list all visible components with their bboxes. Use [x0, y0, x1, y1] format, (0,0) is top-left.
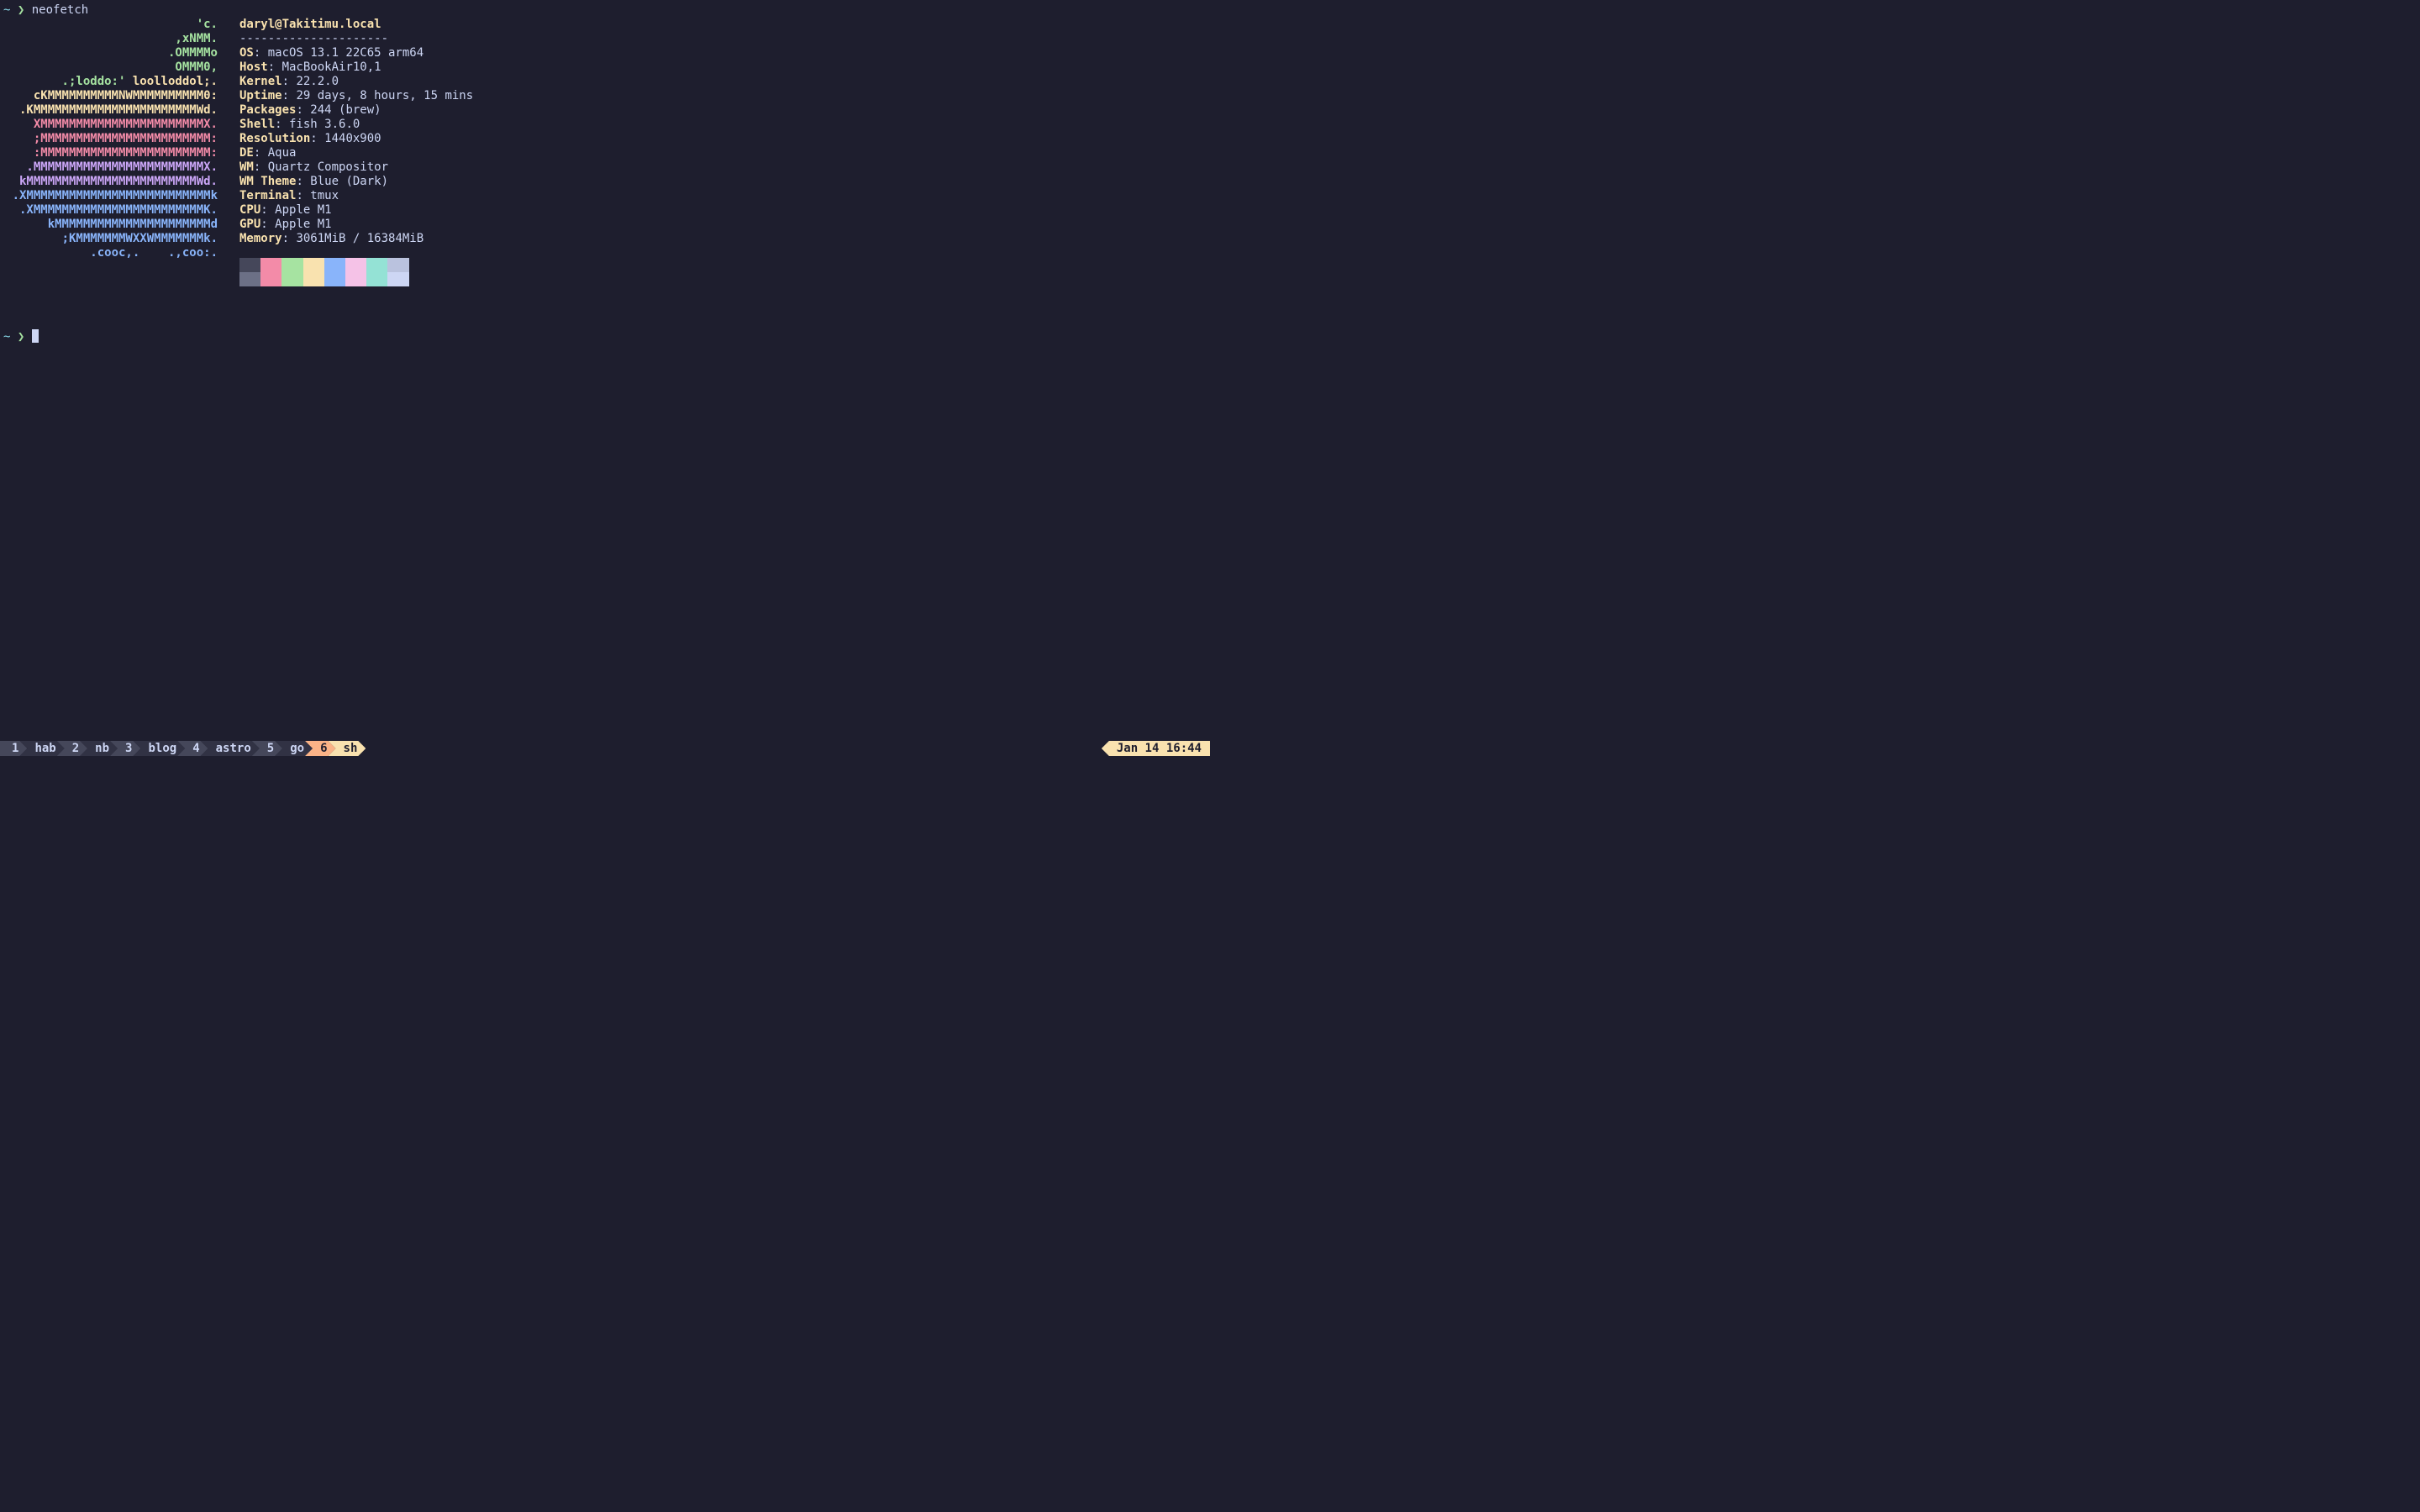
uptime-value: 29 days, 8 hours, 15 mins	[296, 89, 473, 102]
shell-value: fish 3.6.0	[289, 118, 360, 131]
prompt-line-1: ~ ❯ neofetch	[3, 3, 1207, 18]
kernel-value: 22.2.0	[296, 75, 339, 88]
color-swatch	[239, 272, 260, 286]
color-swatch	[366, 258, 387, 272]
divider: ---------------------	[239, 32, 388, 45]
de-key: DE	[239, 146, 254, 160]
terminal-key: Terminal	[239, 189, 296, 202]
prompt-tilde: ~	[3, 3, 10, 17]
tmux-tab-go[interactable]: 5go	[260, 741, 313, 756]
tab-label[interactable]: astro	[201, 741, 260, 756]
resolution-key: Resolution	[239, 132, 310, 145]
terminal-output[interactable]: ~ ❯ neofetch 'c. ,xNMM. .OMMMMo OMMM0, .…	[0, 0, 1210, 344]
de-value: Aqua	[268, 146, 297, 160]
gpu-key: GPU	[239, 218, 260, 231]
resolution-value: 1440x900	[324, 132, 381, 145]
cursor	[32, 329, 39, 343]
color-swatch	[239, 258, 260, 272]
wm-value: Quartz Compositor	[268, 160, 388, 174]
os-key: OS	[239, 46, 254, 60]
packages-key: Packages	[239, 103, 296, 117]
tmux-tab-astro[interactable]: 4astro	[185, 741, 260, 756]
tmux-tabs: 1hab2nb3blog4astro5go6sh	[0, 741, 366, 756]
color-swatch	[281, 258, 302, 272]
wmtheme-key: WM Theme	[239, 175, 296, 188]
cpu-key: CPU	[239, 203, 260, 217]
color-swatch	[387, 258, 408, 272]
tmux-tab-nb[interactable]: 2nb	[65, 741, 118, 756]
color-swatch	[387, 272, 408, 286]
user-host: daryl@Takitimu.local	[239, 18, 381, 31]
prompt-command: neofetch	[32, 3, 88, 17]
wmtheme-value: Blue (Dark)	[310, 175, 388, 188]
color-swatch	[366, 272, 387, 286]
host-value: MacBookAir10,1	[282, 60, 381, 74]
shell-key: Shell	[239, 118, 275, 131]
color-swatches	[239, 258, 473, 286]
tab-label[interactable]: blog	[133, 741, 185, 756]
memory-key: Memory	[239, 232, 282, 245]
kernel-key: Kernel	[239, 75, 282, 88]
color-swatch	[324, 258, 345, 272]
tmux-statusbar: 1hab2nb3blog4astro5go6sh Jan 14 16:44	[0, 741, 1210, 756]
terminal-value: tmux	[310, 189, 339, 202]
prompt-arrow: ❯	[18, 3, 24, 17]
os-value: macOS 13.1 22C65 arm64	[268, 46, 424, 60]
tmux-tab-blog[interactable]: 3blog	[118, 741, 185, 756]
wm-key: WM	[239, 160, 254, 174]
packages-value: 244 (brew)	[310, 103, 381, 117]
tmux-tab-sh[interactable]: 6sh	[313, 741, 366, 756]
color-swatch	[260, 258, 281, 272]
neofetch-output: 'c. ,xNMM. .OMMMMo OMMM0, .;loddo:' lool…	[3, 18, 1207, 286]
ascii-logo: 'c. ,xNMM. .OMMMMo OMMM0, .;loddo:' lool…	[3, 18, 218, 260]
color-swatch	[281, 272, 302, 286]
color-swatch	[260, 272, 281, 286]
statusbar-clock: Jan 14 16:44	[1102, 741, 1210, 756]
color-swatch	[303, 272, 324, 286]
memory-value: 3061MiB / 16384MiB	[296, 232, 424, 245]
prompt-line-2[interactable]: ~ ❯	[3, 329, 1207, 344]
cpu-value: Apple M1	[275, 203, 331, 217]
color-swatch	[303, 258, 324, 272]
uptime-key: Uptime	[239, 89, 282, 102]
tmux-tab-hab[interactable]: 1hab	[0, 741, 65, 756]
gpu-value: Apple M1	[275, 218, 331, 231]
host-key: Host	[239, 60, 268, 74]
color-swatch	[324, 272, 345, 286]
color-swatch	[345, 258, 366, 272]
system-info: daryl@Takitimu.local -------------------…	[218, 18, 473, 286]
color-swatch	[345, 272, 366, 286]
